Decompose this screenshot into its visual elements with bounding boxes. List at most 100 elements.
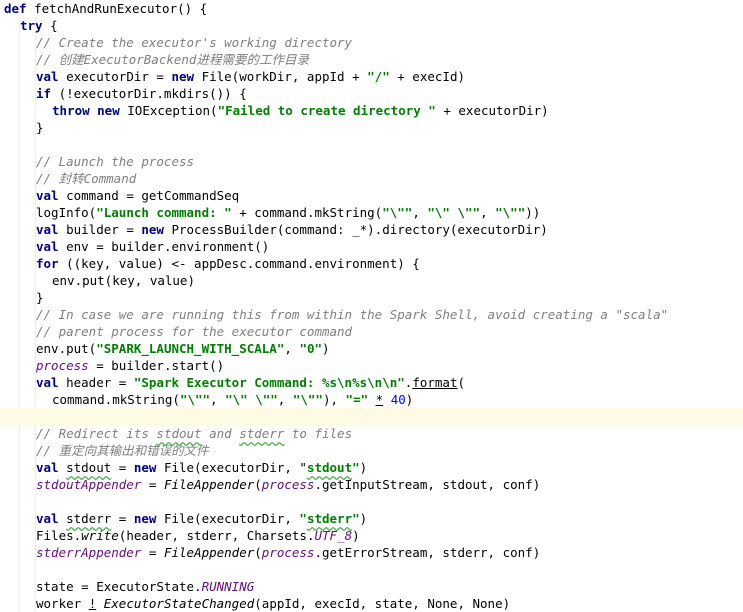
code-token: " [299,460,307,475]
code-token: val [36,69,67,84]
code-token: , [480,205,496,220]
code-token: (header, stderr, Charsets. [118,528,315,543]
code-token: (appId, execId, state, None, None) [254,596,511,611]
code-token: process [261,477,315,492]
code-line[interactable]: // In case we are running this from with… [0,306,743,323]
code-line[interactable]: // Redirect its stdout and stderr to fil… [0,425,743,442]
code-line[interactable]: def fetchAndRunExecutor() { [0,0,743,17]
code-token: ) [405,392,414,407]
code-token: IOException( [127,103,218,118]
code-line[interactable]: // 重定向其输出和错误的文件 [0,442,743,459]
code-token: + command.mkString( [231,205,383,220]
code-line[interactable]: Files.write(header, stderr, Charsets.UTF… [0,527,743,544]
code-line[interactable]: // 创建ExecutorBackend进程需要的工作目录 [0,51,743,68]
code-token: command.mkString( [52,392,180,407]
code-line[interactable]: val builder = new ProcessBuilder(command… [0,221,743,238]
code-token: stdoutAppender [36,477,142,492]
code-editor[interactable]: def fetchAndRunExecutor() {try {// Creat… [0,0,743,612]
code-token: = [141,545,164,560]
code-line[interactable]: throw new IOException("Failed to create … [0,102,743,119]
code-line[interactable]: stderrAppender = FileAppender(process.ge… [0,544,743,561]
code-line[interactable]: // Launch the process [0,153,743,170]
code-token: ), [322,392,346,407]
code-token: write [81,528,119,543]
code-line[interactable]: val stdout = new File(executorDir, "stdo… [0,459,743,476]
code-token: stderrAppender [36,545,142,560]
code-token: // 封转Command [36,171,137,186]
code-token: { [50,18,58,33]
code-line[interactable]: } [0,289,743,306]
code-token: , [277,392,293,407]
code-token: and [201,426,240,441]
code-token: } [36,120,44,135]
code-token: val [36,375,67,390]
code-token: // 创建ExecutorBackend进程需要的工作目录 [36,52,309,67]
code-token: ((key, value) <- appDesc.command.environ… [66,256,420,271]
code-token: stderr [239,426,285,441]
code-token: if [36,86,59,101]
code-line[interactable] [0,493,743,510]
code-token: = builder.start() [88,358,225,373]
code-token: ) [352,528,360,543]
code-token: builder = [66,222,142,237]
code-line[interactable]: val executorDir = new File(workDir, appI… [0,68,743,85]
code-token: val [36,222,67,237]
code-token: // Launch the process [36,154,195,169]
code-token: // parent process for the executor comma… [36,324,353,339]
code-line[interactable] [0,136,743,153]
code-token: , [412,205,428,220]
code-token: " [352,460,360,475]
code-token: state = ExecutorState. [36,579,202,594]
code-token: stdout [156,426,202,441]
code-token: stdout [66,460,112,475]
code-token: ( [457,375,465,390]
code-line[interactable]: val stderr = new File(executorDir, "stde… [0,510,743,527]
code-line[interactable]: process = builder.start() [0,357,743,374]
code-token: ( [254,545,262,560]
code-token: "Failed to create directory " [217,103,436,118]
code-token: File(workDir, appId + [201,69,368,84]
code-line[interactable]: // 封转Command [0,170,743,187]
code-line[interactable]: // parent process for the executor comma… [0,323,743,340]
code-token: process [261,545,315,560]
code-line[interactable]: // Create the executor's working directo… [0,34,743,51]
code-token: // Redirect its [36,426,157,441]
code-token: val [36,188,67,203]
code-token: "Launch command: " [96,205,232,220]
code-token: ) [322,341,330,356]
code-token: FileAppender [163,477,255,492]
code-token: ) [359,511,368,526]
code-line[interactable]: val env = builder.environment() [0,238,743,255]
code-token: .getInputStream, stdout, conf) [314,477,541,492]
code-token: "\"" [179,392,211,407]
code-token: stderr [306,511,353,526]
code-token: + executorDir) [435,103,549,118]
code-line[interactable]: env.put(key, value) [0,272,743,289]
code-token: fetchAndRunExecutor() { [34,1,208,16]
code-token: "\"" [495,205,526,220]
code-token: "\" \"" [225,392,278,407]
code-line[interactable]: if (!executorDir.mkdirs()) { [0,85,743,102]
code-line[interactable]: state = ExecutorState.RUNNING [0,578,743,595]
code-line[interactable]: } [0,119,743,136]
code-line[interactable]: env.put("SPARK_LAUNCH_WITH_SCALA", "0") [0,340,743,357]
code-token: new [171,69,202,84]
code-line[interactable]: command.mkString("\"", "\" \"", "\""), "… [0,391,743,408]
code-line[interactable]: logInfo("Launch command: " + command.mkS… [0,204,743,221]
code-token: , [210,392,226,407]
code-token: = [111,460,134,475]
code-line[interactable]: for ((key, value) <- appDesc.command.env… [0,255,743,272]
code-token: stdout [306,460,353,475]
code-line[interactable]: val command = getCommandSeq [0,187,743,204]
code-token: env.put(key, value) [52,273,195,288]
current-code-line[interactable] [0,408,743,425]
code-line[interactable] [0,561,743,578]
code-line[interactable]: val header = "Spark Executor Command: %s… [0,374,743,391]
code-line[interactable]: try { [0,17,743,34]
code-line[interactable]: stdoutAppender = FileAppender(process.ge… [0,476,743,493]
code-token: val [36,460,67,475]
code-token: executorDir = [66,69,172,84]
code-line[interactable]: worker ! ExecutorStateChanged(appId, exe… [0,595,743,612]
